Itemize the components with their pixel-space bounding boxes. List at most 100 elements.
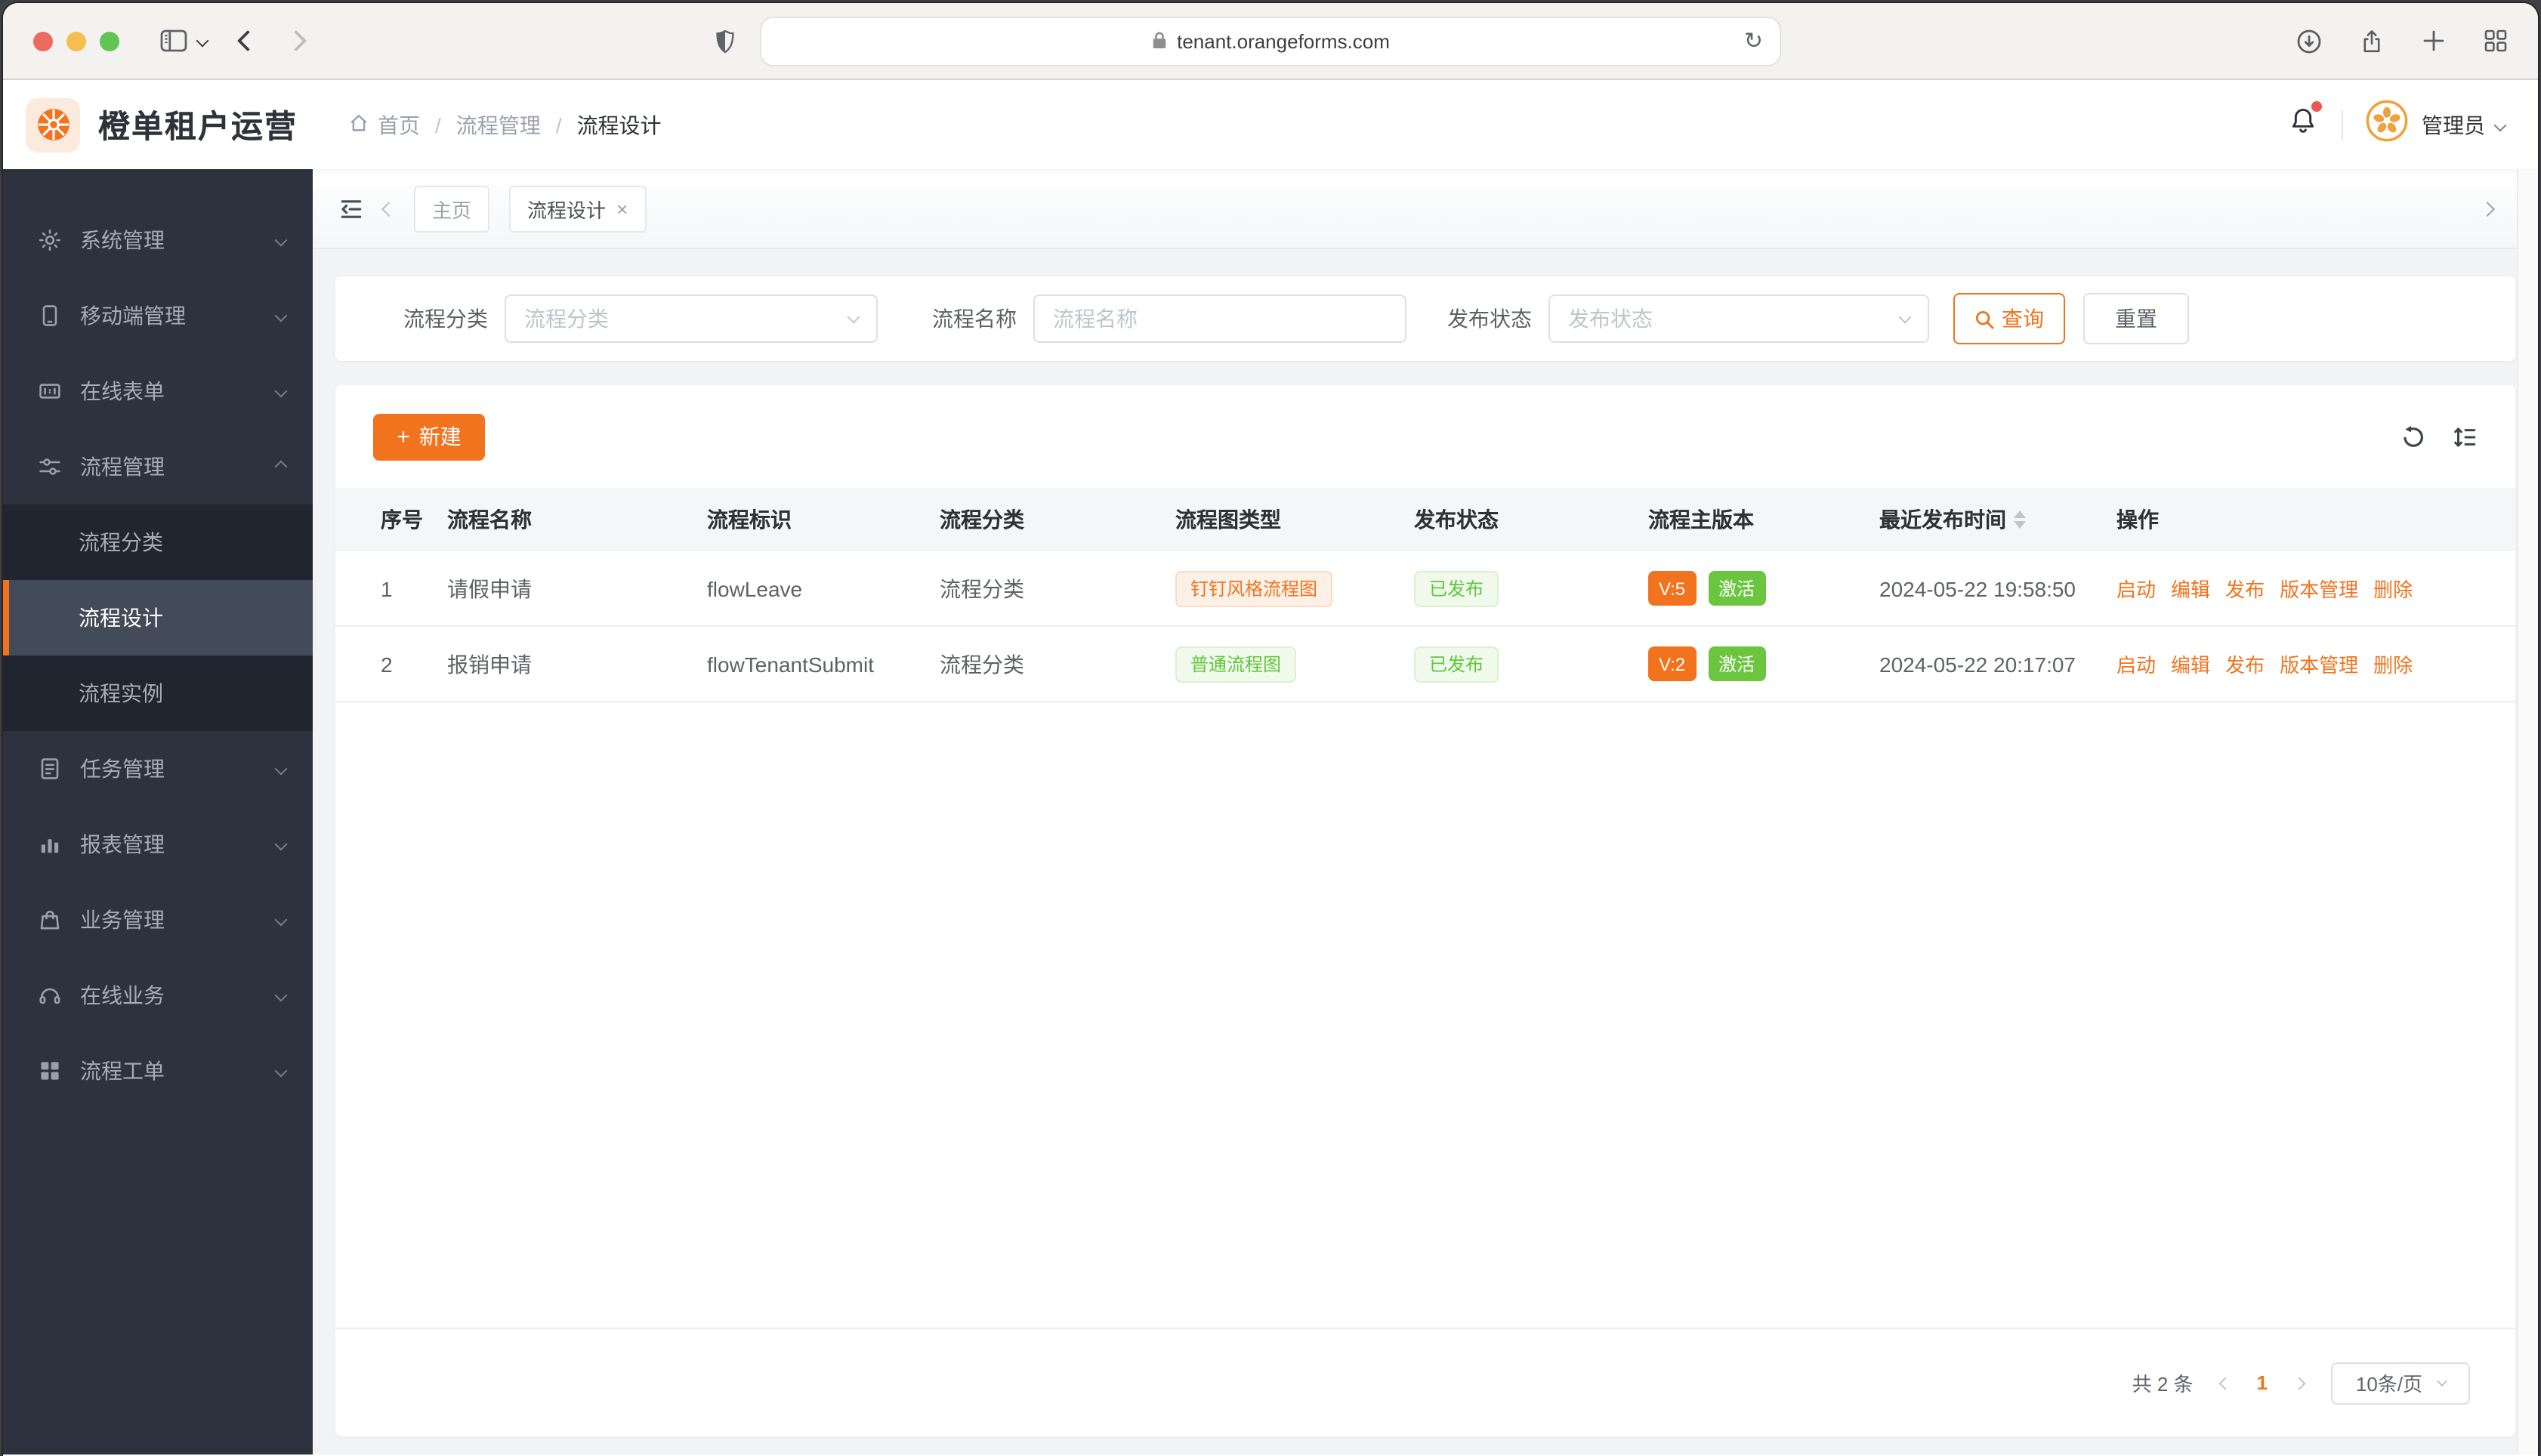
action-edit[interactable]: 编辑 xyxy=(2171,649,2210,678)
breadcrumb: 首页 / 流程管理 / 流程设计 xyxy=(347,110,662,140)
column-header: 流程标识 xyxy=(707,507,792,532)
sidebar-item-process-instance[interactable]: 流程实例 xyxy=(3,656,313,731)
chevron-up-icon xyxy=(274,460,288,474)
page-size-select[interactable]: 10条/页 xyxy=(2331,1362,2470,1404)
chevron-down-icon xyxy=(274,384,288,398)
cell-process-key: flowLeave xyxy=(707,576,803,600)
pagination-current-page[interactable]: 1 xyxy=(2257,1371,2268,1394)
share-icon[interactable] xyxy=(2360,28,2384,54)
forward-button[interactable] xyxy=(285,29,307,52)
downloads-icon[interactable] xyxy=(2296,28,2322,54)
url-text: tenant.orangeforms.com xyxy=(1177,30,1390,53)
user-avatar[interactable] xyxy=(2366,100,2408,150)
create-button[interactable]: + 新建 xyxy=(373,413,485,460)
sidebar-item-report-management[interactable]: 报表管理 xyxy=(3,807,313,882)
column-header: 发布状态 xyxy=(1414,507,1499,532)
tabs-scroll-right-icon[interactable] xyxy=(2480,201,2495,216)
filter-category-select[interactable]: 流程分类 xyxy=(505,295,878,343)
chevron-down-icon xyxy=(1898,310,1912,323)
sort-carets-icon[interactable] xyxy=(2014,511,2026,529)
cell-process-key: flowTenantSubmit xyxy=(707,652,875,676)
sidebar-item-online-forms[interactable]: 在线表单 xyxy=(3,353,313,429)
column-header: 流程名称 xyxy=(447,507,532,532)
reload-icon[interactable]: ↻ xyxy=(1744,27,1763,54)
action-publish[interactable]: 发布 xyxy=(2225,574,2265,603)
action-delete[interactable]: 删除 xyxy=(2373,649,2413,678)
close-tab-icon[interactable]: × xyxy=(616,197,628,220)
sidebar-toggle-icon[interactable] xyxy=(160,29,187,53)
browser-chrome: tenant.orangeforms.com ↻ xyxy=(3,3,2538,80)
pagination-prev-icon[interactable] xyxy=(2218,1376,2232,1390)
sidebar-item-process-category[interactable]: 流程分类 xyxy=(3,504,313,580)
sidebar-menu-chevron-icon[interactable] xyxy=(196,34,209,48)
table-row: 2 报销申请 flowTenantSubmit 流程分类 普通流程图 已发布 V… xyxy=(335,627,2515,702)
collapse-menu-icon[interactable] xyxy=(338,196,364,221)
filter-status-select[interactable]: 发布状态 xyxy=(1548,295,1929,343)
table-row: 1 请假申请 flowLeave 流程分类 钉钉风格流程图 已发布 V:5 激活… xyxy=(335,551,2515,627)
user-menu-chevron-icon[interactable] xyxy=(2493,118,2507,131)
search-button[interactable]: 查询 xyxy=(1953,293,2065,344)
notification-badge xyxy=(2311,100,2322,111)
column-header-sortable[interactable]: 最近发布时间 xyxy=(1879,504,2116,535)
back-button[interactable] xyxy=(236,29,259,52)
sidebar-item-system-management[interactable]: 系统管理 xyxy=(3,202,313,278)
gear-icon xyxy=(38,228,62,252)
action-version-manage[interactable]: 版本管理 xyxy=(2280,649,2358,678)
breadcrumb-item[interactable]: 流程管理 xyxy=(456,110,541,140)
breadcrumb-home[interactable]: 首页 xyxy=(347,110,420,140)
user-name[interactable]: 管理员 xyxy=(2422,110,2485,140)
chevron-down-icon xyxy=(274,762,288,776)
sidebar-item-business-management[interactable]: 业务管理 xyxy=(3,882,313,958)
action-start[interactable]: 启动 xyxy=(2116,649,2156,678)
action-edit[interactable]: 编辑 xyxy=(2171,574,2210,603)
chevron-down-icon xyxy=(2435,1375,2447,1387)
privacy-shield-icon[interactable] xyxy=(715,29,736,62)
action-delete[interactable]: 删除 xyxy=(2373,574,2413,603)
headset-icon xyxy=(38,983,62,1007)
chevron-down-icon xyxy=(274,1064,288,1078)
column-header: 序号 xyxy=(381,507,423,532)
row-height-icon[interactable] xyxy=(2452,424,2478,449)
plus-icon: + xyxy=(397,424,410,449)
window-close-button[interactable] xyxy=(33,31,53,51)
notifications-button[interactable] xyxy=(2287,100,2322,144)
refresh-icon[interactable] xyxy=(2401,424,2426,449)
breadcrumb-item[interactable]: 首页 xyxy=(378,110,420,140)
filter-name-input[interactable] xyxy=(1033,295,1406,343)
sidebar: 系统管理 移动端管理 在线表单 流程管理 流程分类 流程设计 流程实例 任务管理… xyxy=(3,169,313,1454)
cell-index: 2 xyxy=(381,652,393,676)
action-start[interactable]: 启动 xyxy=(2116,574,2156,603)
pagination-next-icon[interactable] xyxy=(2292,1376,2306,1390)
sidebar-item-mobile-management[interactable]: 移动端管理 xyxy=(3,278,313,353)
window-zoom-button[interactable] xyxy=(100,31,119,51)
sidebar-item-online-business[interactable]: 在线业务 xyxy=(3,958,313,1033)
active-status-tag: 激活 xyxy=(1708,646,1766,681)
chevron-down-icon xyxy=(274,989,288,1002)
tabs-scroll-left-icon[interactable] xyxy=(381,201,397,216)
tab-home[interactable]: 主页 xyxy=(414,185,490,232)
search-icon xyxy=(1974,309,1994,329)
action-publish[interactable]: 发布 xyxy=(2225,649,2265,678)
window-controls xyxy=(33,31,119,51)
sidebar-item-process-design[interactable]: 流程设计 xyxy=(3,580,313,656)
sidebar-item-process-workorder[interactable]: 流程工单 xyxy=(3,1033,313,1109)
sidebar-item-task-management[interactable]: 任务管理 xyxy=(3,731,313,807)
reset-button[interactable]: 重置 xyxy=(2083,293,2189,344)
chevron-down-icon xyxy=(274,838,288,851)
tab-process-design[interactable]: 流程设计 × xyxy=(509,185,647,232)
action-version-manage[interactable]: 版本管理 xyxy=(2280,574,2358,603)
cell-category: 流程分类 xyxy=(940,576,1024,600)
window-minimize-button[interactable] xyxy=(66,31,86,51)
new-tab-icon[interactable] xyxy=(2422,29,2446,53)
publish-status-tag: 已发布 xyxy=(1414,570,1499,606)
table-empty-area xyxy=(335,702,2515,1329)
sidebar-item-process-management[interactable]: 流程管理 xyxy=(3,429,313,504)
pagination: 共 2 条 1 10条/页 xyxy=(335,1329,2515,1436)
publish-status-tag: 已发布 xyxy=(1414,646,1499,682)
tab-overview-icon[interactable] xyxy=(2484,29,2508,53)
filter-panel: 流程分类 流程分类 流程名称 发布状态 发布状态 xyxy=(335,276,2515,361)
chevron-down-icon xyxy=(274,233,288,247)
page-scrollbar[interactable] xyxy=(2517,169,2538,1454)
row-actions: 启动 编辑 发布 版本管理 删除 xyxy=(2116,649,2470,678)
address-bar[interactable]: tenant.orangeforms.com ↻ xyxy=(760,17,1781,66)
